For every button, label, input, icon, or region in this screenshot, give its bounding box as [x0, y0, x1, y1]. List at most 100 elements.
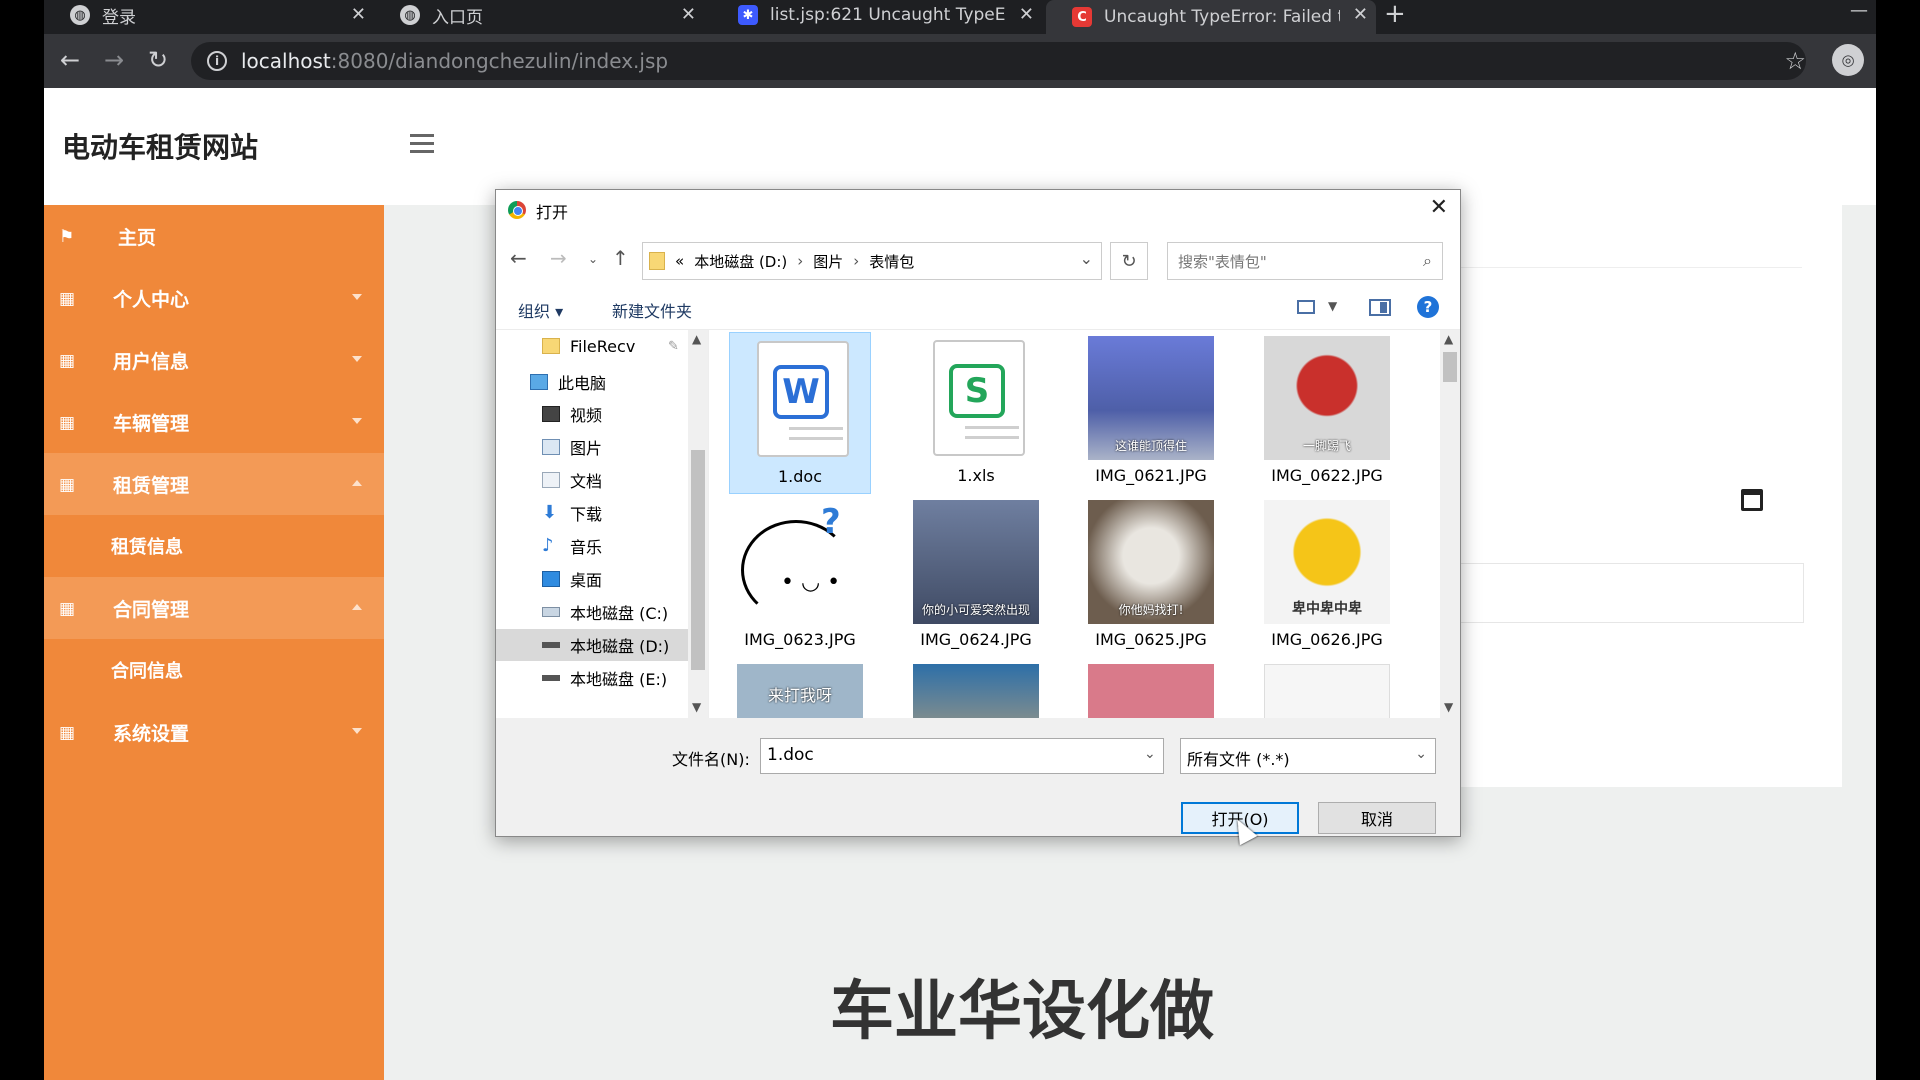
scroll-down-icon[interactable]: ▼ — [1444, 700, 1453, 714]
dialog-titlebar: 打开 ✕ — [496, 190, 1460, 230]
scroll-up-icon[interactable]: ▲ — [1444, 332, 1453, 346]
scroll-up-icon[interactable]: ▲ — [692, 332, 701, 346]
close-tab-icon[interactable]: ✕ — [351, 4, 366, 25]
file-item[interactable]: 你他妈找打! IMG_0625.JPG — [1080, 496, 1222, 658]
file-item[interactable] — [905, 660, 1047, 718]
file-item[interactable] — [1256, 660, 1398, 718]
scroll-thumb[interactable] — [1443, 352, 1457, 382]
menu-system-settings[interactable]: ▦ 系统设置 — [44, 701, 384, 763]
cancel-button[interactable]: 取消 — [1318, 802, 1436, 834]
new-folder-button[interactable]: 新建文件夹 — [612, 298, 692, 322]
back-icon[interactable]: ← — [510, 246, 527, 270]
search-input[interactable]: 搜索"表情包" ⌕ — [1167, 242, 1443, 280]
file-list-scrollbar[interactable]: ▲ ▼ — [1440, 330, 1460, 718]
minimize-icon[interactable]: — — [1850, 0, 1868, 21]
nav-item-filerecv[interactable]: FileRecv ✎ — [496, 330, 708, 362]
breadcrumb-item[interactable]: 图片 — [813, 251, 843, 272]
menu-rental-management[interactable]: ▦ 租赁管理 — [44, 453, 384, 515]
file-item[interactable]: 一脚踢飞 IMG_0622.JPG — [1256, 332, 1398, 494]
nav-item-drive-c[interactable]: 本地磁盘 (C:) — [496, 596, 708, 628]
breadcrumb-item[interactable]: 表情包 — [869, 251, 914, 272]
menu-label: 个人中心 — [113, 288, 190, 311]
nav-item-drive-e[interactable]: 本地磁盘 (E:) — [496, 662, 708, 694]
close-tab-icon[interactable]: ✕ — [1019, 4, 1034, 25]
submenu-contract-info[interactable]: 合同信息 — [44, 639, 384, 701]
thumbnail-caption: 一脚踢飞 — [1302, 439, 1351, 453]
back-icon[interactable]: ← — [60, 45, 80, 75]
video-icon — [542, 406, 560, 422]
question-mark: ? — [821, 502, 841, 542]
file-item[interactable]: 卑中卑中卑 IMG_0626.JPG — [1256, 496, 1398, 658]
menu-personal-center[interactable]: ▦ 个人中心 — [44, 267, 384, 329]
navigation-pane: FileRecv ✎ 此电脑 视频 图片 文档 ⬇ 下载 ♪ 音乐 桌面 本地磁… — [496, 330, 708, 718]
breadcrumb[interactable]: « 本地磁盘 (D:) › 图片 › 表情包 ⌄ — [642, 242, 1102, 280]
filename-input[interactable]: 1.doc — [760, 738, 1164, 774]
submenu-rental-info[interactable]: 租赁信息 — [44, 515, 384, 577]
tab-list-error[interactable]: ✱ list.jsp:621 Uncaught TypeErro ✕ — [712, 0, 1042, 30]
view-mode-icon[interactable] — [1297, 300, 1315, 314]
menu-vehicle-management[interactable]: ▦ 车辆管理 — [44, 391, 384, 453]
nav-scrollbar[interactable]: ▲ ▼ — [688, 330, 708, 718]
caret-up-icon — [352, 604, 362, 610]
nav-item-downloads[interactable]: ⬇ 下载 — [496, 497, 708, 529]
nav-item-drive-d[interactable]: 本地磁盘 (D:) — [496, 629, 688, 661]
nav-item-videos[interactable]: 视频 — [496, 398, 708, 430]
chevron-down-icon[interactable]: ▼ — [1328, 299, 1337, 313]
sidebar: ⚑ 主页 ▦ 个人中心 ▦ 用户信息 ▦ 车辆管理 ▦ 租赁管理 租赁信息 ▦ … — [44, 205, 384, 1080]
calendar-icon[interactable] — [1741, 489, 1763, 511]
tab-label: list.jsp:621 Uncaught TypeErro — [770, 5, 1006, 25]
new-tab-icon[interactable]: + — [1384, 0, 1406, 28]
menu-user-info[interactable]: ▦ 用户信息 — [44, 329, 384, 391]
pictures-icon — [542, 439, 560, 455]
recent-dropdown-icon[interactable]: ⌄ — [588, 252, 598, 266]
date-input[interactable] — [1414, 563, 1804, 623]
file-item[interactable]: 这谁能顶得住 IMG_0621.JPG — [1080, 332, 1222, 494]
file-item[interactable]: 你的小可爱突然出现 IMG_0624.JPG — [905, 496, 1047, 658]
menu-contract-management[interactable]: ▦ 合同管理 — [44, 577, 384, 639]
close-tab-icon[interactable]: ✕ — [681, 4, 696, 25]
pin-icon[interactable]: ✎ — [668, 339, 679, 354]
nav-item-this-pc[interactable]: 此电脑 — [496, 366, 708, 398]
refresh-button[interactable]: ↻ — [1110, 242, 1148, 280]
chevron-down-icon[interactable]: ⌄ — [1144, 746, 1156, 762]
chevron-down-icon[interactable]: ⌄ — [1080, 249, 1093, 268]
hamburger-menu-icon[interactable] — [410, 134, 434, 158]
preview-pane-icon[interactable] — [1369, 299, 1391, 316]
up-icon[interactable]: ↑ — [612, 246, 629, 270]
close-icon[interactable]: ✕ — [1430, 195, 1448, 220]
tab-entry[interactable]: ◍ 入口页 ✕ — [374, 0, 704, 30]
organize-button[interactable]: 组织 ▾ — [518, 298, 563, 322]
breadcrumb-item[interactable]: 本地磁盘 (D:) — [694, 251, 787, 272]
tab-login[interactable]: ◍ 登录 ✕ — [44, 0, 374, 30]
nav-label: 文档 — [570, 472, 603, 491]
word-document-icon: W — [757, 341, 849, 457]
drive-icon — [542, 675, 560, 681]
info-icon[interactable]: i — [207, 51, 227, 71]
breadcrumb-overflow[interactable]: « — [675, 252, 684, 270]
nav-item-documents[interactable]: 文档 — [496, 464, 708, 496]
nav-item-desktop[interactable]: 桌面 — [496, 563, 708, 595]
nav-item-pictures[interactable]: 图片 — [496, 431, 708, 463]
file-item[interactable]: 来打我呀 — [729, 660, 871, 718]
nav-item-music[interactable]: ♪ 音乐 — [496, 530, 708, 562]
scroll-down-icon[interactable]: ▼ — [692, 700, 701, 714]
tab-active-error[interactable]: C Uncaught TypeError: Failed to ✕ — [1046, 0, 1376, 34]
forward-icon[interactable]: → — [104, 45, 124, 75]
scroll-thumb[interactable] — [691, 450, 705, 670]
file-item[interactable] — [1080, 660, 1222, 718]
nav-label: 本地磁盘 (D:) — [570, 637, 670, 656]
nav-label: 下载 — [570, 505, 603, 524]
menu-home[interactable]: ⚑ 主页 — [44, 205, 384, 267]
filetype-select[interactable]: 所有文件 (*.*) ⌄ — [1180, 738, 1436, 774]
bookmark-star-icon[interactable]: ☆ — [1784, 47, 1806, 75]
file-item[interactable]: W 1.doc — [729, 332, 871, 494]
file-item[interactable]: S 1.xls — [905, 332, 1047, 494]
incognito-profile-icon[interactable]: ◎ — [1832, 44, 1864, 76]
address-bar[interactable]: i localhost:8080/diandongchezulin/index.… — [191, 42, 1806, 80]
forward-icon[interactable]: → — [550, 246, 567, 270]
reload-icon[interactable]: ↻ — [148, 45, 168, 75]
close-tab-icon[interactable]: ✕ — [1353, 4, 1368, 25]
nav-label: 音乐 — [570, 538, 603, 557]
help-icon[interactable]: ? — [1417, 296, 1439, 318]
file-item[interactable]: ? • ◡ • IMG_0623.JPG — [729, 496, 871, 658]
